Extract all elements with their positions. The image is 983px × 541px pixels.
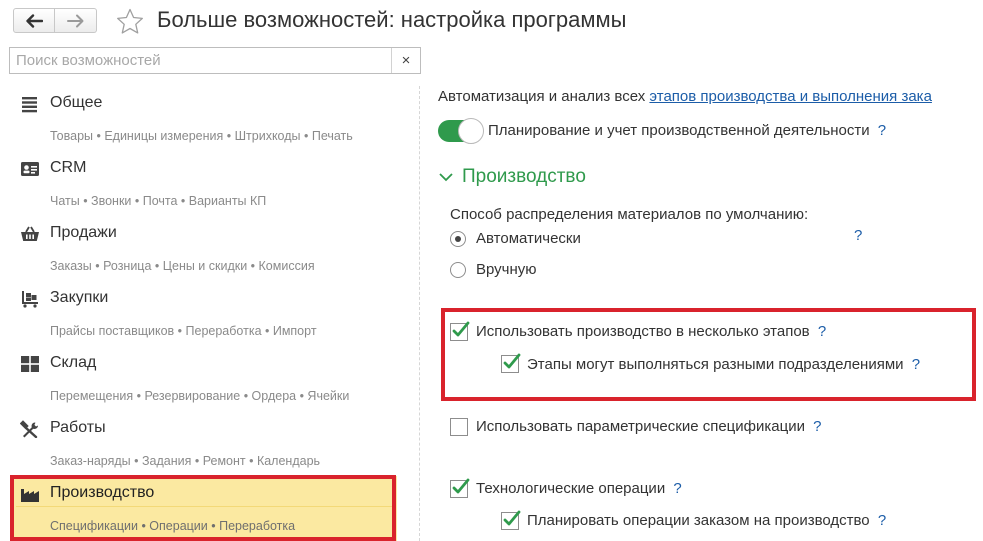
sidebar-item-subtitle: Чаты • Звонки • Почта • Варианты КП [50,194,267,208]
sidebar-item-label: CRM [50,159,87,176]
checkmark-icon [503,510,521,526]
clear-search-button[interactable]: × [391,48,420,73]
chevron-down-icon [439,173,453,182]
sidebar: Общее Товары • Единицы измерения • Штрих… [12,86,397,541]
tech-operations-label: Технологические операции [476,480,666,497]
tech-operations-checkbox[interactable] [450,478,470,498]
sidebar-item-label: Склад [50,354,97,371]
sidebar-item-label: Закупки [50,289,109,306]
sidebar-item-subtitle: Товары • Единицы измерения • Штрихкоды •… [50,129,353,143]
sidebar-item-label: Продажи [50,224,117,241]
sidebar-item-warehouse[interactable]: Склад Перемещения • Резервирование • Орд… [12,346,397,411]
planning-toggle-row: Планирование и учет производственной дея… [488,122,886,139]
help-icon[interactable]: ? [673,480,681,497]
tools-icon [20,420,38,438]
sidebar-item-purchases[interactable]: Закупки Прайсы поставщиков • Переработка… [12,281,397,346]
help-icon[interactable]: ? [813,418,821,435]
forward-button[interactable] [55,8,97,33]
arrow-left-icon [26,13,43,28]
sidebar-item-subtitle: Заказы • Розница • Цены и скидки • Комис… [50,259,315,273]
page-title: Больше возможностей: настройка программы [157,7,627,32]
star-icon [117,8,143,34]
parametric-specs-checkbox[interactable] [450,418,468,436]
production-stages-link[interactable]: этапов производства и выполнения зака [649,88,932,105]
sidebar-item-works[interactable]: Работы Заказ-наряды • Задания • Ремонт •… [12,411,397,476]
search-input[interactable] [10,48,391,73]
radio-manual[interactable] [450,262,466,278]
search-box: × [9,47,421,74]
warehouse-icon [21,356,39,372]
radio-manual-label: Вручную [476,261,537,278]
radio-automatic[interactable] [450,231,466,247]
sidebar-item-crm[interactable]: CRM Чаты • Звонки • Почта • Варианты КП [12,151,397,216]
sidebar-item-subtitle: Заказ-наряды • Задания • Ремонт • Календ… [50,454,321,468]
shopping-basket-icon [21,226,39,241]
highlight-frame [441,308,976,401]
intro-text-label: Автоматизация и анализ всех [438,88,650,105]
help-icon[interactable]: ? [878,512,886,529]
contact-card-icon [21,162,39,176]
parametric-specs-label: Использовать параметрические спецификаци… [476,418,805,435]
cart-icon [22,291,38,308]
sidebar-item-label: Общее [50,94,103,111]
list-icon [22,97,37,113]
plan-operations-label: Планировать операции заказом на производ… [527,512,870,529]
planning-toggle-label: Планирование и учет производственной дея… [488,122,870,139]
sidebar-item-sales[interactable]: Продажи Заказы • Розница • Цены и скидки… [12,216,397,281]
checkmark-icon [452,478,470,494]
sidebar-item-subtitle: Перемещения • Резервирование • Ордера • … [50,389,350,403]
plan-operations-row: Планировать операции заказом на производ… [527,512,886,529]
arrow-right-icon [66,14,83,27]
close-icon: × [401,52,411,69]
tech-operations-row: Технологические операции ? [476,480,682,497]
sidebar-item-label: Работы [50,419,106,436]
panel-divider [419,86,420,541]
toggle-knob [458,118,484,144]
sidebar-item-general[interactable]: Общее Товары • Единицы измерения • Штрих… [12,86,397,151]
distribution-label: Способ распределения материалов по умолч… [450,206,809,223]
help-icon[interactable]: ? [878,122,886,139]
section-title: Производство [462,166,586,187]
intro-text: Автоматизация и анализ всех этапов произ… [438,88,932,105]
help-icon[interactable]: ? [854,227,862,244]
plan-operations-checkbox[interactable] [501,510,521,530]
radio-automatic-label: Автоматически [476,230,581,247]
production-section-header[interactable]: Производство [438,166,586,188]
planning-toggle[interactable] [438,118,484,144]
favorite-button[interactable] [116,8,144,40]
parametric-specs-row: Использовать параметрические спецификаци… [476,418,821,435]
sidebar-highlight-frame [10,475,396,541]
sidebar-item-subtitle: Прайсы поставщиков • Переработка • Импор… [50,324,317,338]
back-button[interactable] [13,8,55,33]
